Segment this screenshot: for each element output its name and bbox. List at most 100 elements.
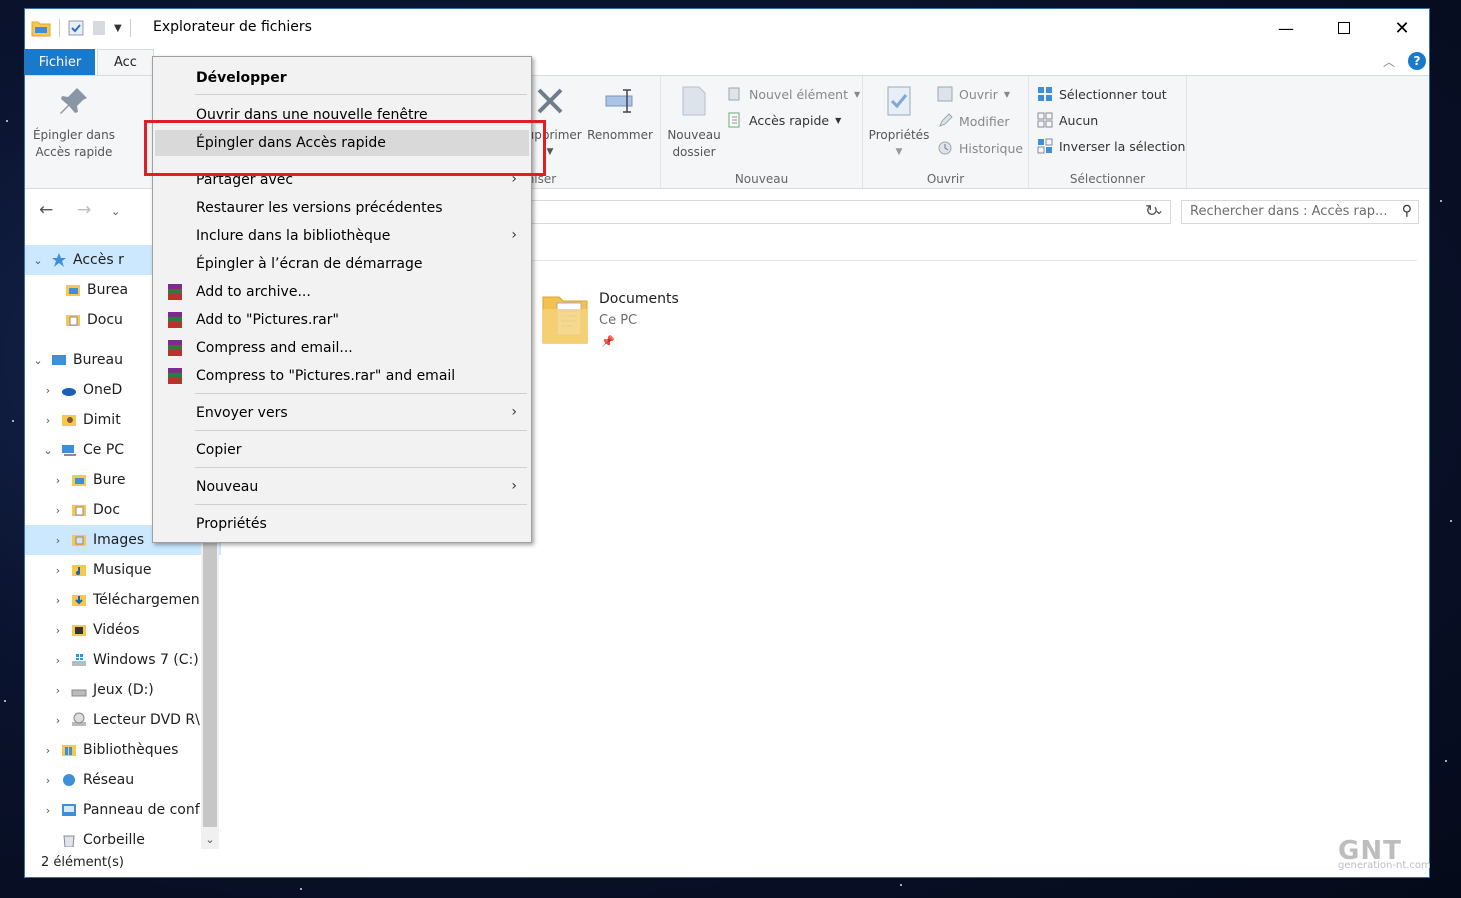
- chevron-right-icon[interactable]: ›: [41, 744, 55, 757]
- nav-item-libraries[interactable]: › Bibliothèques: [25, 735, 221, 765]
- nav-item-dvd[interactable]: › Lecteur DVD R\: [25, 705, 221, 735]
- windows-drive-icon: [72, 654, 86, 666]
- history-button[interactable]: Historique: [937, 140, 1023, 156]
- chevron-right-icon[interactable]: ›: [51, 534, 65, 547]
- chevron-down-icon: ▼: [854, 89, 861, 99]
- invert-selection-button[interactable]: Inverser la sélection: [1037, 138, 1185, 154]
- chevron-right-icon[interactable]: ›: [51, 714, 65, 727]
- properties-button[interactable]: Propriétés ▼: [867, 84, 931, 161]
- scroll-down-icon[interactable]: ⌄: [201, 833, 219, 846]
- properties-check-icon[interactable]: [68, 20, 84, 36]
- cloud-icon: [62, 388, 76, 396]
- open-icon: [937, 86, 953, 102]
- edit-icon: [939, 113, 953, 127]
- forward-arrow-icon[interactable]: →: [77, 200, 91, 220]
- edit-button[interactable]: Modifier: [937, 113, 1010, 129]
- pin-quick-access-button[interactable]: Épingler dans Accès rapide: [31, 84, 117, 161]
- chevron-right-icon[interactable]: ›: [51, 504, 65, 517]
- menu-item-new[interactable]: Nouveau ›: [155, 474, 529, 500]
- menu-item-properties[interactable]: Propriétés: [155, 511, 529, 537]
- menu-label: Add to "Pictures.rar": [196, 312, 339, 328]
- chevron-right-icon[interactable]: ›: [41, 384, 55, 397]
- refresh-icon[interactable]: ↻: [1145, 201, 1158, 220]
- rename-icon: [605, 89, 633, 113]
- chevron-right-icon[interactable]: ›: [51, 474, 65, 487]
- rename-button[interactable]: Renommer: [585, 84, 655, 144]
- customize-qat-icon[interactable]: ▼: [114, 23, 122, 34]
- new-folder-button[interactable]: Nouveau dossier: [665, 84, 723, 161]
- documents-folder-icon: [542, 296, 588, 344]
- chevron-down-icon[interactable]: ⌄: [31, 354, 45, 367]
- easy-access-button[interactable]: Accès rapide ▼: [727, 112, 841, 128]
- nav-item-drive-c[interactable]: › Windows 7 (C:): [25, 645, 221, 675]
- menu-item-compress-email[interactable]: Compress and email...: [155, 335, 529, 361]
- select-all-button[interactable]: Sélectionner tout: [1037, 86, 1167, 102]
- chevron-right-icon[interactable]: ›: [51, 654, 65, 667]
- group-open-label: Ouvrir: [926, 172, 965, 186]
- pictures-folder-icon: [72, 535, 86, 546]
- maximize-button[interactable]: [1315, 9, 1373, 47]
- menu-item-include-library[interactable]: Inclure dans la bibliothèque ›: [155, 223, 529, 249]
- collapse-ribbon-icon[interactable]: ︿: [1383, 53, 1395, 70]
- select-none-button[interactable]: Aucun: [1037, 112, 1098, 128]
- menu-item-add-rar[interactable]: Add to "Pictures.rar": [155, 307, 529, 333]
- history-label: Historique: [959, 140, 1024, 156]
- chevron-right-icon[interactable]: ›: [41, 414, 55, 427]
- open-button[interactable]: Ouvrir ▼: [937, 86, 1010, 102]
- menu-item-add-archive[interactable]: Add to archive...: [155, 279, 529, 305]
- chevron-right-icon[interactable]: ›: [51, 594, 65, 607]
- help-icon[interactable]: ?: [1408, 52, 1426, 70]
- pin-icon: 📌: [601, 335, 615, 348]
- separator: [129, 19, 131, 37]
- watermark-site: generation-nt.com: [1338, 860, 1431, 871]
- explorer-window: ▼ Explorateur de fichiers — ✕ Fichier Ac…: [24, 8, 1430, 878]
- nav-item-downloads[interactable]: › Téléchargemen: [25, 585, 221, 615]
- address-input[interactable]: ⌄: [505, 200, 1171, 224]
- close-button[interactable]: ✕: [1373, 9, 1431, 47]
- minimize-button[interactable]: —: [1257, 9, 1315, 47]
- star-icon: [52, 253, 66, 267]
- nav-item-control-panel[interactable]: › Panneau de conf: [25, 795, 221, 825]
- desktop-folder-icon: [66, 285, 80, 296]
- nav-label: Panneau de conf: [83, 802, 200, 818]
- back-arrow-icon[interactable]: ←: [39, 200, 53, 220]
- menu-item-send-to[interactable]: Envoyer vers ›: [155, 400, 529, 426]
- select-all-icon: [1038, 87, 1052, 101]
- menu-separator: [195, 94, 527, 95]
- highlight-box: [144, 120, 546, 176]
- folder-icon[interactable]: [31, 19, 51, 37]
- new-item-button[interactable]: Nouvel élément ▼: [727, 86, 860, 102]
- chevron-right-icon[interactable]: ›: [41, 774, 55, 787]
- nav-label: Burea: [87, 282, 129, 298]
- tab-home[interactable]: Acc: [97, 49, 154, 75]
- chevron-down-icon: ▼: [1003, 89, 1011, 99]
- nav-item-drive-d[interactable]: › Jeux (D:): [25, 675, 221, 705]
- rename-label: Renommer: [587, 128, 653, 142]
- chevron-right-icon[interactable]: ›: [51, 684, 65, 697]
- documents-tile[interactable]: Documents Ce PC 📌: [537, 291, 717, 351]
- nav-item-music[interactable]: › Musique: [25, 555, 221, 585]
- menu-item-restore-versions[interactable]: Restaurer les versions précédentes: [155, 195, 529, 221]
- network-icon: [63, 774, 75, 786]
- new-folder-qat-icon[interactable]: [92, 20, 106, 36]
- menu-item-expand[interactable]: Développer: [155, 65, 529, 91]
- chevron-down-icon[interactable]: ⌄: [41, 444, 55, 457]
- menu-item-compress-rar-email[interactable]: Compress to "Pictures.rar" and email: [155, 363, 529, 389]
- new-item-icon: [728, 87, 740, 101]
- tab-file[interactable]: Fichier: [25, 49, 95, 75]
- search-input[interactable]: Rechercher dans : Accès rap... ⚲: [1181, 200, 1419, 224]
- nav-item-videos[interactable]: › Vidéos: [25, 615, 221, 645]
- menu-item-pin-start[interactable]: Épingler à l’écran de démarrage: [155, 251, 529, 277]
- chevron-right-icon[interactable]: ›: [41, 804, 55, 817]
- group-new-label: Nouveau: [734, 172, 789, 186]
- quick-access-toolbar: ▼: [31, 19, 131, 37]
- nav-item-network[interactable]: › Réseau: [25, 765, 221, 795]
- chevron-right-icon[interactable]: ›: [51, 624, 65, 637]
- chevron-down-icon[interactable]: ⌄: [31, 254, 45, 267]
- properties-dropdown-icon[interactable]: ▼: [867, 144, 931, 161]
- nav-item-recycle-bin[interactable]: Corbeille: [25, 825, 221, 847]
- chevron-right-icon[interactable]: ›: [51, 564, 65, 577]
- menu-item-copy[interactable]: Copier: [155, 437, 529, 463]
- desktop-icon: [52, 355, 66, 365]
- recent-locations-icon[interactable]: ⌄: [111, 205, 120, 218]
